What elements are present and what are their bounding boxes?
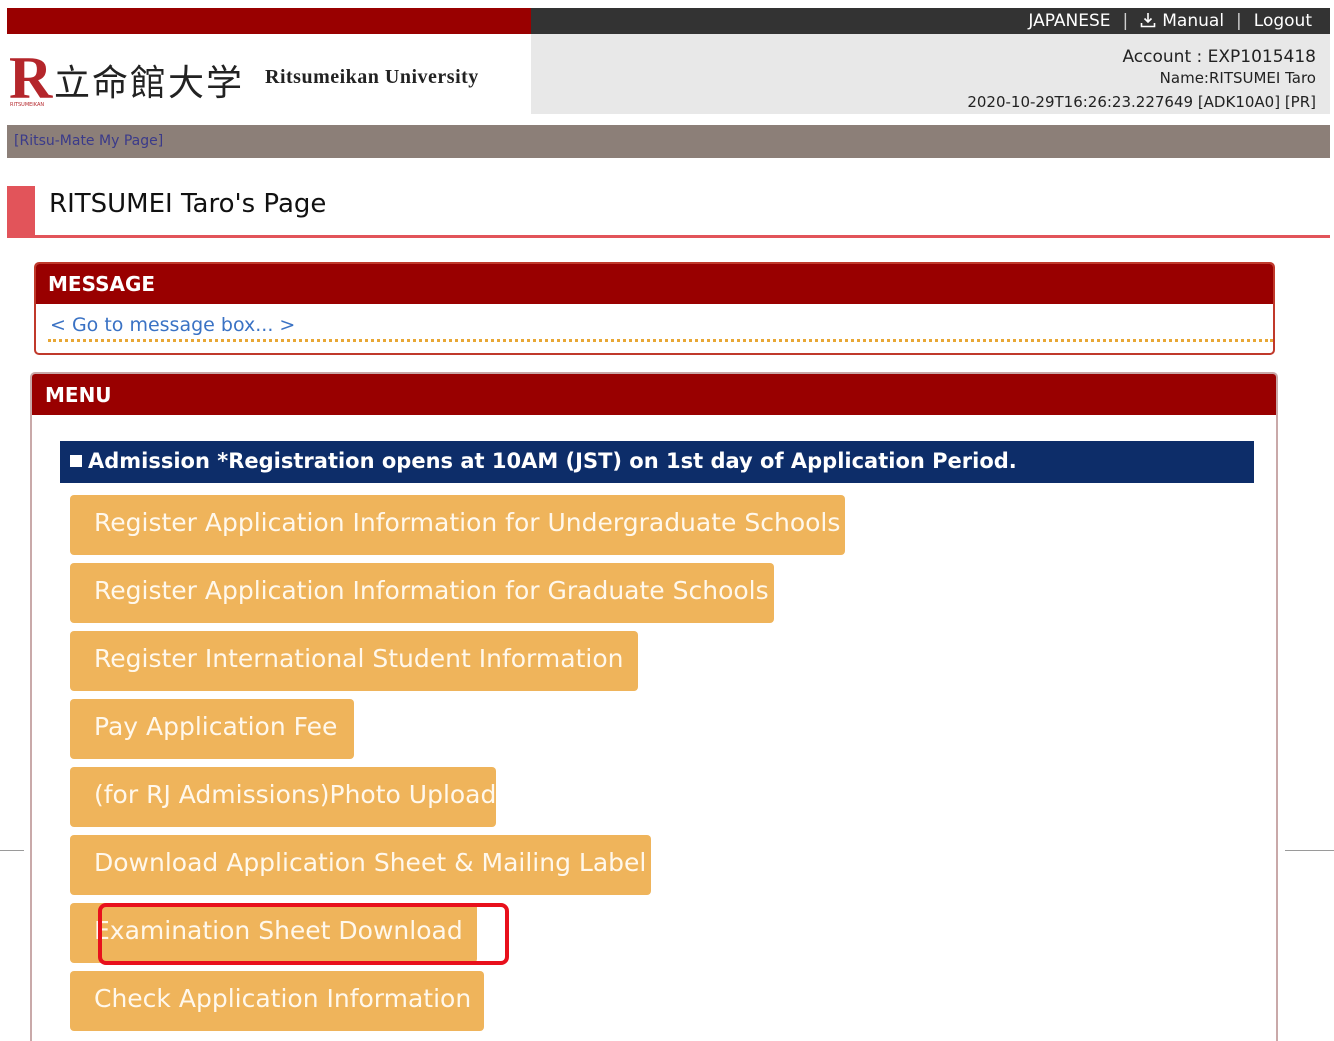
admission-section-header: Admission *Registration opens at 10AM (J… bbox=[60, 441, 1254, 483]
message-panel: MESSAGE < Go to message box... > bbox=[34, 262, 1275, 355]
register-undergraduate-button[interactable]: Register Application Information for Und… bbox=[70, 495, 845, 555]
logo-mark: R bbox=[9, 45, 53, 111]
logout-link[interactable]: Logout bbox=[1254, 11, 1312, 31]
top-brand-bar bbox=[7, 8, 531, 34]
check-application-information-button[interactable]: Check Application Information bbox=[70, 971, 484, 1031]
logo-english-name: Ritsumeikan University bbox=[265, 66, 479, 88]
logo-mark-caption: RITSUMEIKAN bbox=[10, 102, 45, 108]
divider-line bbox=[1285, 850, 1334, 851]
japanese-language-link[interactable]: JAPANESE bbox=[1028, 11, 1110, 31]
session-timestamp: 2020-10-29T16:26:23.227649 [ADK10A0] [PR… bbox=[967, 93, 1316, 111]
manual-link[interactable]: Manual bbox=[1140, 11, 1224, 31]
divider-line bbox=[0, 850, 24, 851]
pay-application-fee-button[interactable]: Pay Application Fee bbox=[70, 699, 354, 759]
account-id: Account : EXP1015418 bbox=[1122, 47, 1316, 67]
university-logo[interactable]: R RITSUMEIKAN 立命館大学 Ritsumeikan Universi… bbox=[7, 34, 531, 125]
register-international-student-button[interactable]: Register International Student Informati… bbox=[70, 631, 638, 691]
account-info: Account : EXP1015418 Name:RITSUMEI Taro … bbox=[531, 34, 1330, 114]
square-bullet-icon bbox=[70, 455, 82, 467]
breadcrumb: [Ritsu-Mate My Page] bbox=[7, 125, 1330, 158]
page-title: RITSUMEI Taro's Page bbox=[49, 189, 327, 219]
download-application-sheet-button[interactable]: Download Application Sheet & Mailing Lab… bbox=[70, 835, 651, 895]
dotted-divider bbox=[48, 339, 1273, 342]
title-underline bbox=[7, 235, 1330, 238]
message-panel-heading: MESSAGE bbox=[36, 264, 1273, 304]
download-icon bbox=[1140, 13, 1156, 28]
breadcrumb-my-page-link[interactable]: [Ritsu-Mate My Page] bbox=[14, 133, 163, 149]
photo-upload-button[interactable]: (for RJ Admissions)Photo Upload bbox=[70, 767, 496, 827]
manual-link-label: Manual bbox=[1162, 11, 1225, 31]
logo-japanese-name: 立命館大学 bbox=[54, 63, 245, 104]
separator: | bbox=[1236, 11, 1242, 31]
menu-panel-heading: MENU bbox=[32, 374, 1276, 415]
admission-section-title: Admission *Registration opens at 10AM (J… bbox=[88, 449, 1017, 473]
top-utility-bar: JAPANESE | Manual | Logout bbox=[531, 8, 1330, 34]
top-links: JAPANESE | Manual | Logout bbox=[1028, 8, 1312, 34]
title-accent bbox=[7, 186, 35, 238]
account-name: Name:RITSUMEI Taro bbox=[1159, 69, 1316, 87]
register-graduate-button[interactable]: Register Application Information for Gra… bbox=[70, 563, 774, 623]
highlight-annotation bbox=[98, 903, 509, 965]
separator: | bbox=[1122, 11, 1129, 31]
message-box-link[interactable]: < Go to message box... > bbox=[50, 314, 295, 336]
